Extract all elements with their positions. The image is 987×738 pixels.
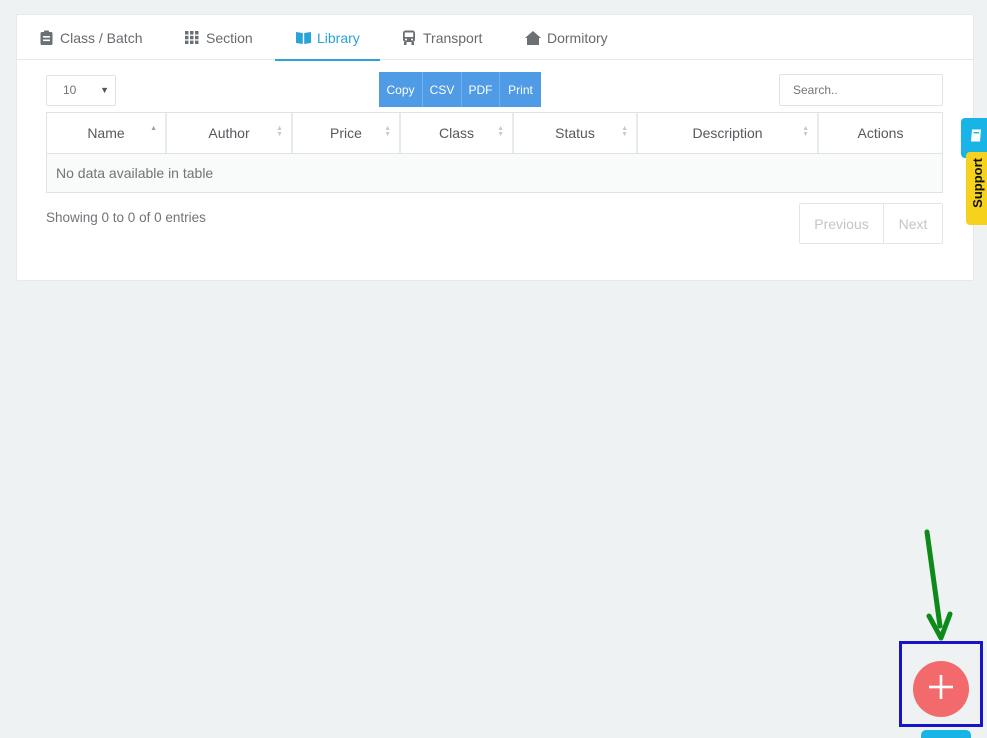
column-label: Actions (857, 125, 904, 141)
tab-label: Library (317, 29, 360, 46)
tab-section[interactable]: Section (184, 15, 253, 60)
next-page-button[interactable]: Next (884, 204, 942, 243)
tab-bar: Class / Batch Section Library Transport … (17, 15, 973, 61)
column-header-name[interactable]: Name ▲ (47, 113, 167, 153)
tab-class-batch[interactable]: Class / Batch (38, 15, 142, 60)
column-header-class[interactable]: Class ▲ ▼ (401, 113, 514, 153)
column-header-price[interactable]: Price ▲ ▼ (293, 113, 401, 153)
column-label: Class (438, 125, 474, 141)
plus-icon (929, 674, 953, 704)
tab-label: Transport (423, 29, 483, 46)
library-table: Name ▲ Author ▲ ▼ Price ▲ ▼ Class ▲ ▼ Statu… (46, 112, 943, 193)
export-button-group: Copy CSV PDF Print (379, 72, 541, 107)
sort-icon: ▲ ▼ (384, 125, 391, 138)
column-label: Status (555, 125, 595, 141)
column-label: Price (330, 125, 362, 141)
tab-library[interactable]: Library (275, 15, 380, 61)
empty-table-message: No data available in table (47, 154, 942, 192)
caret-down-icon: ▼ (100, 85, 109, 95)
home-icon (525, 30, 541, 46)
sort-icon: ▲ ▼ (802, 125, 809, 138)
tab-dormitory[interactable]: Dormitory (525, 15, 608, 60)
clipboard-icon (38, 30, 54, 46)
annotation-arrow (924, 529, 953, 641)
pdf-button[interactable]: PDF (462, 72, 500, 107)
previous-page-button[interactable]: Previous (800, 204, 884, 243)
support-tab[interactable]: Support (966, 152, 987, 225)
column-label: Description (692, 125, 763, 141)
tab-label: Class / Batch (60, 29, 143, 46)
column-header-author[interactable]: Author ▲ ▼ (167, 113, 293, 153)
column-header-description[interactable]: Description ▲ ▼ (638, 113, 819, 153)
column-label: Author (208, 125, 250, 141)
print-button[interactable]: Print (500, 72, 541, 107)
column-header-actions: Actions (819, 113, 942, 153)
support-label: Support (970, 158, 985, 208)
csv-button[interactable]: CSV (423, 72, 462, 107)
pagination: Previous Next (799, 203, 943, 244)
book-icon (970, 129, 982, 147)
page-length-select[interactable]: 10 ▼ (46, 75, 116, 106)
add-button[interactable] (913, 661, 969, 717)
library-panel: Class / Batch Section Library Transport … (16, 14, 974, 281)
sort-icon: ▲ ▼ (276, 125, 283, 138)
table-header: Name ▲ Author ▲ ▼ Price ▲ ▼ Class ▲ ▼ Statu… (47, 113, 942, 154)
tab-transport[interactable]: Transport (401, 15, 482, 60)
page-length-value: 10 (63, 83, 77, 97)
sort-asc-icon: ▲ (150, 125, 157, 132)
table-info: Showing 0 to 0 of 0 entries (46, 210, 206, 225)
bottom-widget-tab[interactable] (921, 730, 971, 738)
book-icon (295, 30, 311, 46)
sort-icon: ▲ ▼ (497, 125, 504, 138)
column-label: Name (87, 125, 125, 141)
column-header-status[interactable]: Status ▲ ▼ (514, 113, 638, 153)
bus-icon (401, 30, 417, 46)
tab-label: Dormitory (547, 29, 608, 46)
search-input[interactable] (779, 74, 943, 106)
copy-button[interactable]: Copy (379, 72, 423, 107)
sort-icon: ▲ ▼ (621, 125, 628, 138)
tab-label: Section (206, 29, 253, 46)
grid-icon (184, 30, 200, 46)
